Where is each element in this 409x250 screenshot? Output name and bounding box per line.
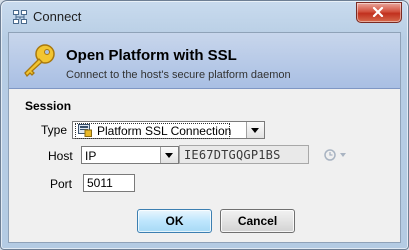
- key-icon: [24, 44, 55, 78]
- ok-button[interactable]: OK: [137, 209, 212, 233]
- chevron-down-icon[interactable]: [160, 147, 178, 163]
- session-section-label: Session: [25, 99, 72, 113]
- window-title: Connect: [33, 9, 82, 24]
- title-bar[interactable]: Connect: [1, 1, 408, 31]
- port-input[interactable]: [83, 174, 135, 192]
- type-combobox[interactable]: Platform SSL Connection: [72, 121, 265, 139]
- network-icon: [13, 10, 27, 24]
- banner-subtitle: Connect to the host's secure platform da…: [66, 69, 291, 81]
- header-banner: Open Platform with SSL Connect to the ho…: [9, 33, 400, 89]
- dialog-body: Open Platform with SSL Connect to the ho…: [8, 32, 401, 243]
- host-mode-value: IP: [85, 149, 97, 163]
- host-label: Host: [48, 149, 73, 163]
- banner-title: Open Platform with SSL: [66, 47, 237, 64]
- port-label: Port: [50, 177, 73, 191]
- type-value: Platform SSL Connection: [97, 124, 232, 138]
- connect-dialog: Connect Open Platform with SSL Connect t…: [0, 0, 409, 250]
- history-icon[interactable]: [323, 147, 349, 163]
- connection-icon: [78, 124, 92, 137]
- close-icon: [372, 7, 384, 17]
- chevron-down-icon[interactable]: [246, 122, 264, 138]
- close-button[interactable]: [356, 2, 402, 23]
- cancel-button[interactable]: Cancel: [220, 209, 295, 233]
- host-mode-combobox[interactable]: IP: [81, 146, 179, 164]
- host-address-field[interactable]: IE67DTGQGP1BS: [179, 145, 309, 164]
- type-label: Type: [41, 123, 68, 137]
